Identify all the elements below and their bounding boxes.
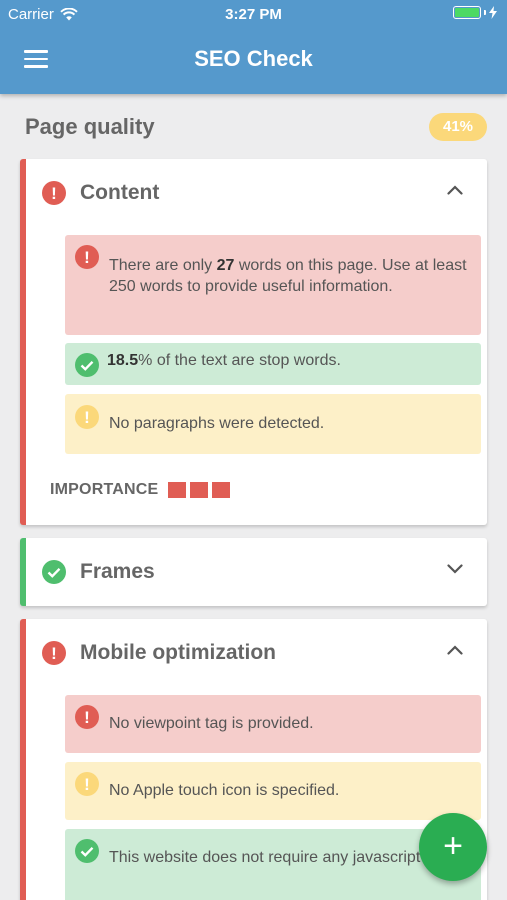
card-title: Content xyxy=(80,181,160,204)
card-content: ! Content ! There are only 27 words on t… xyxy=(20,159,487,525)
app-bar: Carrier 3:27 PM SEO Check xyxy=(0,0,507,94)
card-title: Mobile optimization xyxy=(80,641,276,664)
message-text: No viewpoint tag is provided. xyxy=(109,715,314,732)
importance-indicator: IMPORTANCE xyxy=(50,481,231,499)
importance-blocks xyxy=(168,482,231,498)
error-icon: ! xyxy=(75,705,99,729)
chevron-down-icon[interactable] xyxy=(447,564,463,574)
card-mobile-header[interactable]: ! Mobile optimization xyxy=(26,619,487,687)
warning-icon: ! xyxy=(75,772,99,796)
status-bar: Carrier 3:27 PM xyxy=(0,0,507,28)
message-text: This website does not require any javasc… xyxy=(109,849,458,866)
section-title: Page quality xyxy=(25,114,155,139)
message-warning: ! No Apple touch icon is specified. xyxy=(65,762,481,820)
card-frames-header[interactable]: Frames xyxy=(26,538,487,606)
clock: 3:27 PM xyxy=(225,6,282,23)
chevron-up-icon[interactable] xyxy=(447,185,463,195)
message-success: This website does not require any javasc… xyxy=(65,829,481,900)
message-text: No paragraphs were detected. xyxy=(109,415,325,432)
message-text: 18.5% of the text are stop words. xyxy=(107,352,341,369)
message-error: ! There are only 27 words on this page. … xyxy=(65,235,481,335)
error-icon: ! xyxy=(75,245,99,269)
plus-icon: + xyxy=(443,827,463,865)
charging-icon xyxy=(489,6,497,19)
card-content-header[interactable]: ! Content xyxy=(26,159,487,227)
checkmark-icon xyxy=(75,839,99,863)
importance-label: IMPORTANCE xyxy=(50,481,159,498)
message-error: ! No viewpoint tag is provided. xyxy=(65,695,481,753)
checkmark-icon xyxy=(42,560,66,584)
chevron-up-icon[interactable] xyxy=(447,645,463,655)
message-warning: ! No paragraphs were detected. xyxy=(65,394,481,454)
card-mobile-optimization: ! Mobile optimization ! No viewpoint tag… xyxy=(20,619,487,900)
add-button[interactable]: + xyxy=(419,813,487,881)
error-icon: ! xyxy=(42,181,66,205)
score-badge: 41% xyxy=(429,113,487,141)
message-text: There are only 27 words on this page. Us… xyxy=(109,257,467,295)
battery-icon xyxy=(453,6,497,19)
app-title: SEO Check xyxy=(194,46,313,71)
message-success: 18.5% of the text are stop words. xyxy=(65,343,481,385)
error-icon: ! xyxy=(42,641,66,665)
warning-icon: ! xyxy=(75,405,99,429)
card-frames: Frames xyxy=(20,538,487,606)
card-title: Frames xyxy=(80,560,155,583)
message-text: No Apple touch icon is specified. xyxy=(109,782,340,799)
checkmark-icon xyxy=(75,353,99,377)
